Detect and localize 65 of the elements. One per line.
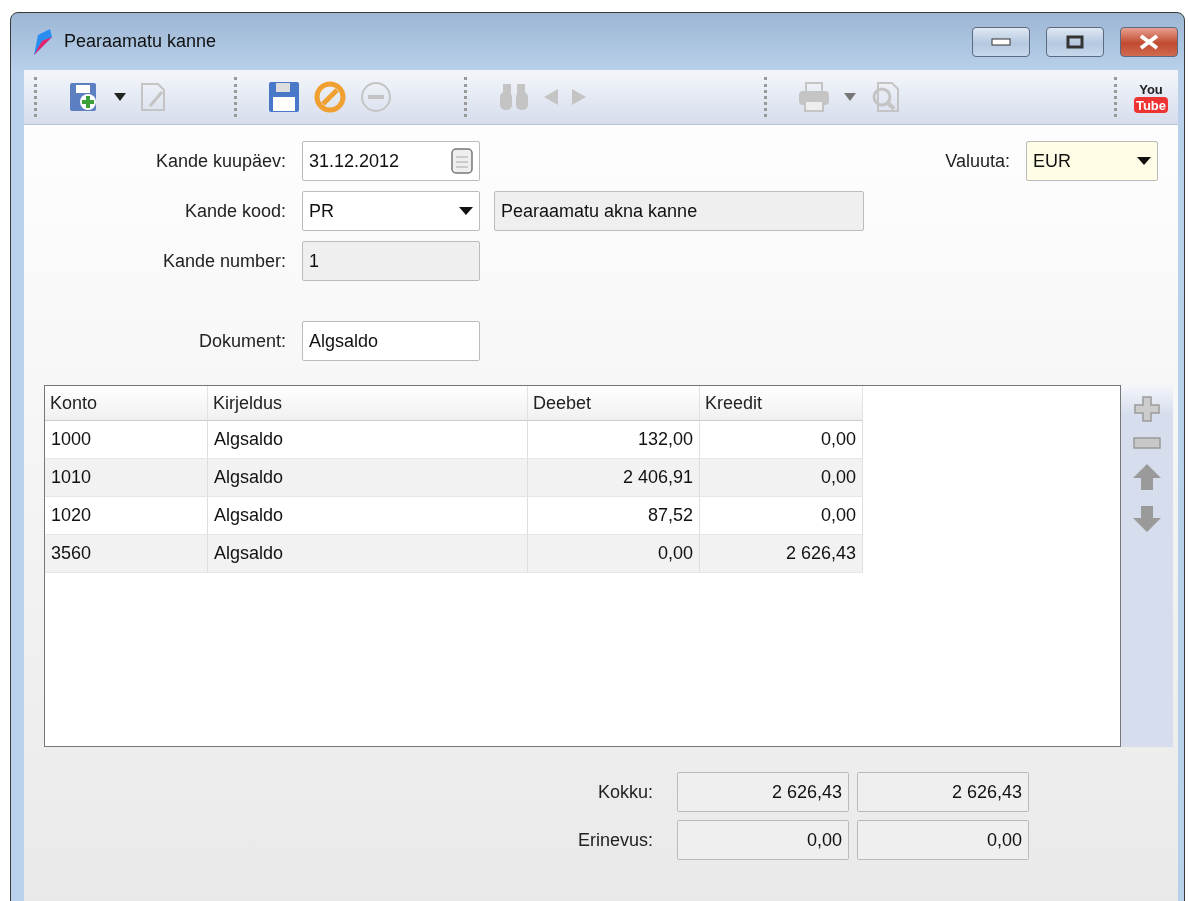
caret-icon <box>459 207 473 215</box>
column-header[interactable]: Konto <box>45 386 208 421</box>
maximize-icon <box>1066 34 1084 49</box>
field-label: Erinevus: <box>576 829 654 851</box>
down-arrow-icon <box>1132 505 1162 533</box>
calendar-icon <box>451 148 473 174</box>
column-header[interactable]: Kreedit <box>700 386 863 421</box>
field-label: Kande kood: <box>183 200 287 222</box>
cancel-icon <box>314 81 346 113</box>
table-cell: 132,00 <box>528 421 700 459</box>
minimize-button[interactable] <box>972 26 1030 57</box>
close-icon <box>1138 33 1160 50</box>
up-arrow-icon <box>1132 463 1162 491</box>
dropdown-button[interactable] <box>114 93 126 101</box>
toolbar-button[interactable] <box>268 81 300 113</box>
window-title: Pearaamatu kanne <box>64 31 218 52</box>
edit-document-icon <box>140 82 166 112</box>
close-button[interactable] <box>1120 26 1178 57</box>
caret-icon <box>114 93 126 101</box>
table-cell: Algsaldo <box>208 535 528 573</box>
date-field[interactable]: 31.12.2012 <box>302 141 480 181</box>
table-cell: 2 406,91 <box>528 459 700 497</box>
maximize-button[interactable] <box>1046 26 1104 57</box>
table-cell: Algsaldo <box>208 421 528 459</box>
minimize-icon <box>991 37 1011 46</box>
field-label: Kande kuupäev: <box>154 150 287 172</box>
table-cell: 0,00 <box>700 497 863 535</box>
left-arrow-icon <box>544 89 558 105</box>
total-credit-field: 2 626,43 <box>857 772 1029 812</box>
table-cell: 1000 <box>45 421 208 459</box>
minus-icon <box>1133 437 1161 449</box>
table-cell: 0,00 <box>700 421 863 459</box>
total-debit-field: 2 626,43 <box>677 772 849 812</box>
plus-icon <box>1133 395 1161 423</box>
code-dropdown[interactable]: PR <box>302 191 480 231</box>
binoculars-icon <box>498 82 530 112</box>
table-cell: 0,00 <box>700 459 863 497</box>
table-cell: 0,00 <box>528 535 700 573</box>
printer-icon <box>798 82 830 112</box>
number-field: 1 <box>302 241 480 281</box>
column-header[interactable]: Kirjeldus <box>208 386 528 421</box>
right-arrow-icon <box>572 89 586 105</box>
caret-icon <box>844 93 856 101</box>
table-cell: 1020 <box>45 497 208 535</box>
minus-circle-icon <box>360 81 392 113</box>
difference-debit-field: 0,00 <box>677 820 849 860</box>
code-description-field: Pearaamatu akna kanne <box>494 191 864 231</box>
difference-credit-field: 0,00 <box>857 820 1029 860</box>
currency-dropdown[interactable]: EUR <box>1026 141 1158 181</box>
magnifier-document-icon <box>870 81 900 113</box>
table-cell: 3560 <box>45 535 208 573</box>
document-field[interactable]: Algsaldo <box>302 321 480 361</box>
youtube-logo[interactable]: You Tube <box>1134 80 1168 114</box>
field-label: Valuuta: <box>945 150 1011 172</box>
toolbar-button[interactable] <box>314 81 346 113</box>
table-cell: Algsaldo <box>208 459 528 497</box>
table-cell: 1010 <box>45 459 208 497</box>
field-label: Dokument: <box>197 330 287 352</box>
table-cell: Algsaldo <box>208 497 528 535</box>
caret-icon <box>1137 157 1151 165</box>
table-cell: 2 626,43 <box>700 535 863 573</box>
field-label: Kande number: <box>161 250 287 272</box>
field-label: Kokku: <box>596 781 654 803</box>
column-header[interactable]: Deebet <box>528 386 700 421</box>
table-cell: 87,52 <box>528 497 700 535</box>
